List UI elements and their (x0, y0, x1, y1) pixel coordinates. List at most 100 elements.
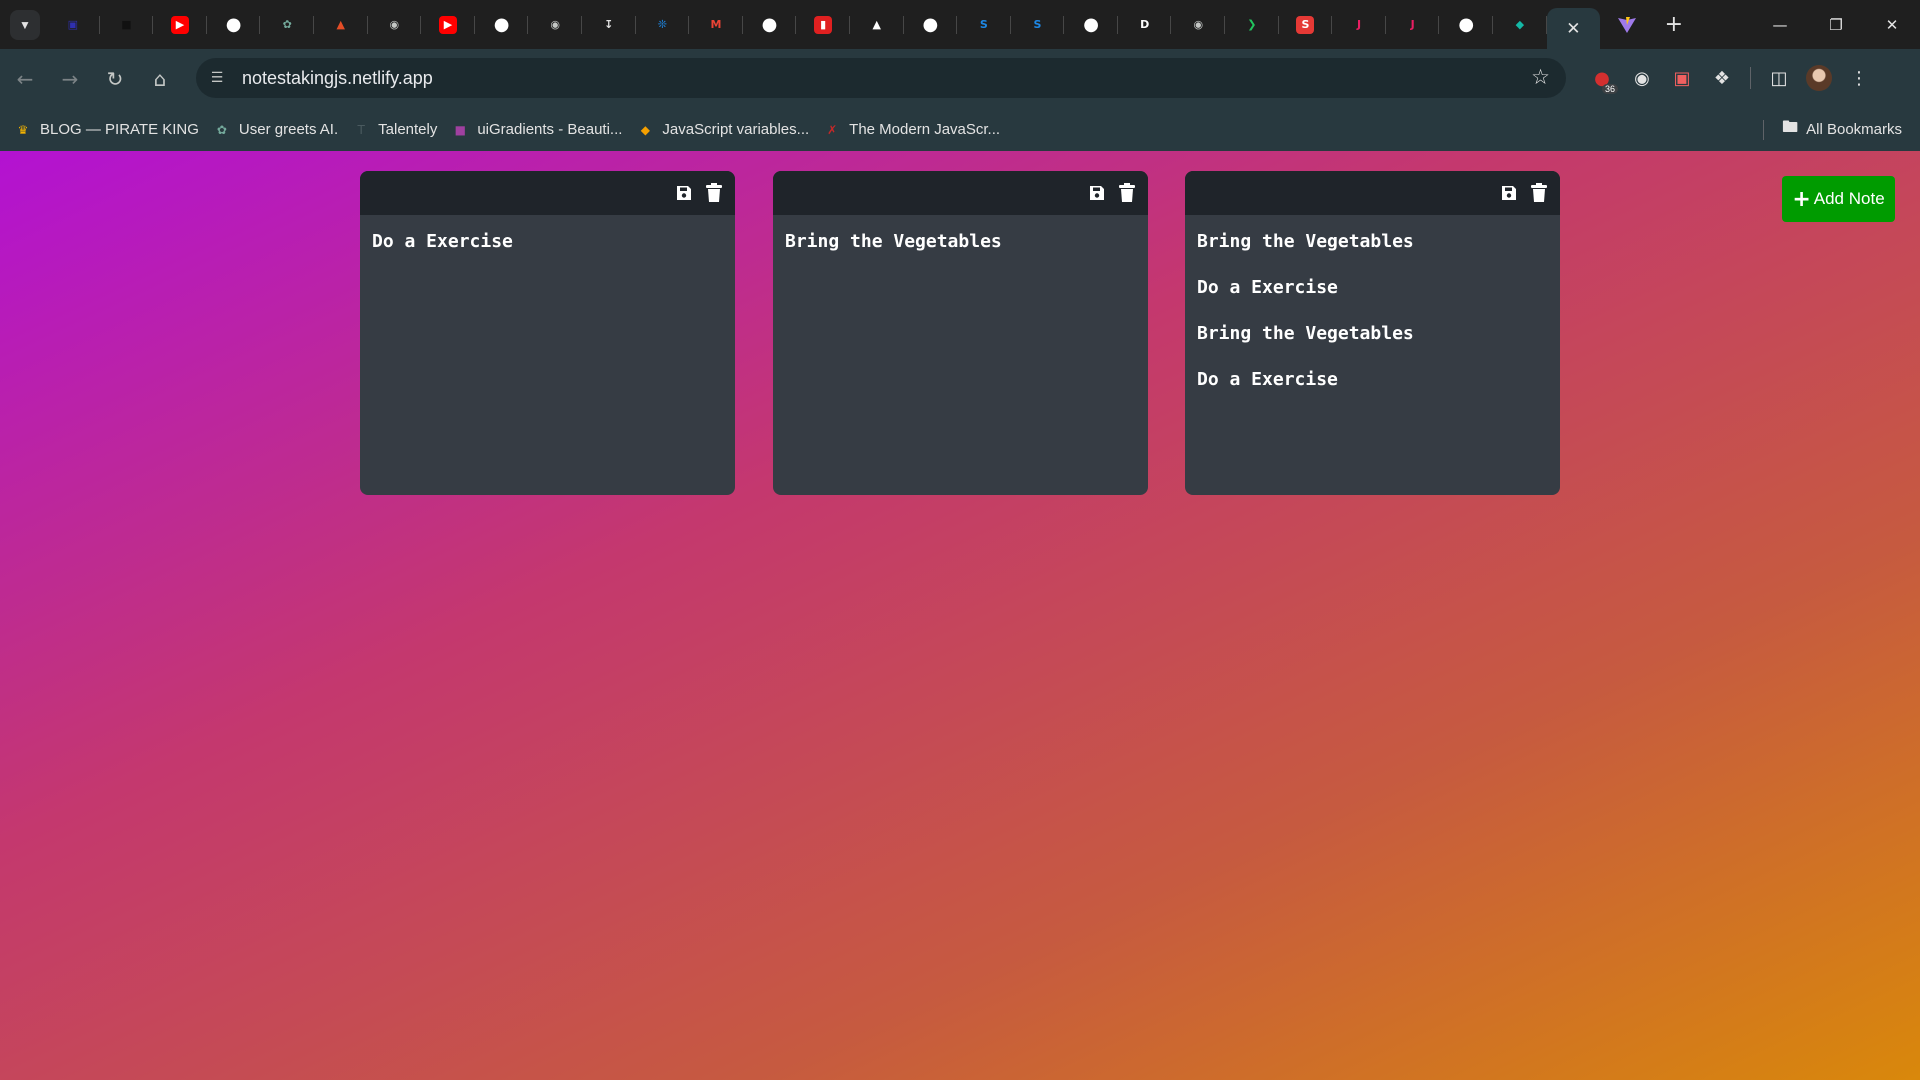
close-icon[interactable]: ✕ (1566, 19, 1580, 39)
tab-20[interactable]: ● (1064, 0, 1118, 49)
profile-button[interactable] (1799, 58, 1839, 98)
tab-8[interactable]: ▶ (421, 0, 475, 49)
bookmarks-bar: ♛ BLOG — PIRATE KING ✿ User greets AI. T Tale… (0, 108, 1920, 151)
forward-button[interactable]: → (50, 59, 90, 99)
url-text[interactable]: notestakingjs.netlify.app (242, 68, 433, 89)
tab-25[interactable]: J (1332, 0, 1386, 49)
tab-3[interactable]: ▶ (153, 0, 207, 49)
note-card: Bring the Vegetables Do a Exercise Bring t… (1185, 171, 1560, 495)
tab-6[interactable]: ▲ (314, 0, 368, 49)
j-favicon-icon: J (1357, 18, 1362, 31)
all-bookmarks-button[interactable]: 🖿 All Bookmarks (1763, 108, 1902, 151)
tab-14[interactable]: ● (743, 0, 797, 49)
extensions-menu-button[interactable]: ❖ (1702, 58, 1742, 98)
save-icon[interactable] (1086, 182, 1108, 204)
add-note-button[interactable]: + Add Note (1782, 176, 1895, 222)
new-tab-button[interactable]: + (1654, 12, 1694, 37)
bookmark-label: Talentely (378, 121, 438, 138)
bookmark-label: uiGradients - Beauti... (477, 121, 623, 138)
bookmark-item[interactable]: ■ uiGradients - Beauti... (451, 115, 623, 145)
tab-17[interactable]: ● (904, 0, 958, 49)
note-textarea[interactable]: Bring the Vegetables (773, 215, 1148, 285)
home-button[interactable]: ⌂ (140, 59, 180, 99)
openai-icon: ✿ (216, 122, 227, 137)
bookmark-item[interactable]: ♛ BLOG — PIRATE KING (14, 115, 199, 145)
youtube-favicon-icon: ▶ (170, 15, 189, 34)
bookmark-item[interactable]: T Talentely (352, 115, 437, 145)
bookmark-label: User greets AI. (238, 121, 339, 138)
trash-icon[interactable] (1528, 182, 1550, 204)
extension-button-2[interactable]: ◉ (1622, 58, 1662, 98)
tab-search-button[interactable]: ▼ (10, 9, 40, 40)
square-favicon-icon: ■ (121, 18, 132, 31)
github-favicon-icon: ● (493, 13, 510, 35)
note-toolbar (360, 171, 735, 215)
tab-22[interactable]: ◉ (1171, 0, 1225, 49)
note-textarea[interactable]: Do a Exercise (360, 215, 735, 285)
tab-vite[interactable] (1600, 0, 1654, 49)
red-square-favicon-icon: ▮ (814, 15, 833, 34)
reload-button[interactable]: ↻ (95, 59, 135, 99)
crown-icon: ♛ (17, 122, 29, 137)
bookmark-list: ♛ BLOG — PIRATE KING ✿ User greets AI. T Tale… (0, 115, 1000, 145)
tab-1[interactable]: ▣ (46, 0, 100, 49)
bookmark-item[interactable]: ✗ The Modern JavaScr... (823, 115, 1000, 145)
save-icon[interactable] (673, 182, 695, 204)
bookmark-label: The Modern JavaScr... (849, 121, 1001, 138)
extension-button-3[interactable]: ▣ (1662, 58, 1702, 98)
tab-active[interactable]: ✕ (1546, 8, 1601, 49)
gradient-icon: ■ (454, 122, 467, 137)
puzzle-icon: ❖ (1713, 67, 1731, 89)
tab-18[interactable]: S (957, 0, 1011, 49)
window-controls: — ❐ ✕ (1752, 0, 1920, 49)
tab-26[interactable]: J (1386, 0, 1440, 49)
globe-favicon-icon: ◉ (1193, 18, 1204, 31)
note-card: Bring the Vegetables (773, 171, 1148, 495)
tab-5[interactable]: ✿ (260, 0, 314, 49)
tab-4[interactable]: ● (207, 0, 261, 49)
tab-strip: ▼ ▣ ■ ▶ ● ✿ ▲ ◉ ▶ ● ◉ ↧ ❊ M ● ▮ ▲ ● S S ● D ◉ ❯ S J J ● ◆ ✕ + — ❐ ✕ (0, 0, 1920, 49)
tab-7[interactable]: ◉ (368, 0, 422, 49)
bookmark-star-icon[interactable]: ☆ (1531, 65, 1550, 89)
gmail-favicon-icon: M (710, 18, 722, 31)
tab-24[interactable]: S (1279, 0, 1333, 49)
tab-10[interactable]: ◉ (528, 0, 582, 49)
t-icon: T (357, 122, 365, 137)
note-textarea[interactable]: Bring the Vegetables Do a Exercise Bring t… (1185, 215, 1560, 423)
tab-21[interactable]: D (1118, 0, 1172, 49)
side-panel-button[interactable]: ◫ (1759, 58, 1799, 98)
note-line: Bring the Vegetables (1197, 323, 1414, 344)
bookmark-item[interactable]: ◆ JavaScript variables... (636, 115, 809, 145)
youtube-favicon-icon: ▶ (438, 15, 457, 34)
tab-13[interactable]: M (689, 0, 743, 49)
tab-16[interactable]: ▲ (850, 0, 904, 49)
extension-badge-count: 36 (1601, 84, 1618, 94)
back-button[interactable]: ← (5, 59, 45, 99)
tab-19[interactable]: S (1011, 0, 1065, 49)
bookmarks-divider (1763, 119, 1765, 140)
tab-23[interactable]: ❯ (1225, 0, 1279, 49)
minimize-button[interactable]: — (1752, 0, 1808, 49)
address-bar[interactable]: ☰ notestakingjs.netlify.app ☆ (196, 58, 1566, 98)
home-icon: ⌂ (153, 66, 167, 91)
save-icon[interactable] (1498, 182, 1520, 204)
site-info-button[interactable]: ☰ (202, 63, 232, 93)
restore-button[interactable]: ❐ (1808, 0, 1864, 49)
close-window-button[interactable]: ✕ (1864, 0, 1920, 49)
browser-menu-button[interactable]: ⋮ (1839, 58, 1879, 98)
bookmark-item[interactable]: ✿ User greets AI. (213, 115, 338, 145)
trash-icon[interactable] (703, 182, 725, 204)
extension-badge-button[interactable]: ● 36 (1582, 58, 1622, 98)
github-favicon-icon: ● (1458, 13, 1475, 35)
tab-27[interactable]: ● (1439, 0, 1493, 49)
tab-12[interactable]: ❊ (636, 0, 690, 49)
brand-favicon-icon: ❊ (657, 18, 667, 31)
openai-favicon-icon: ✿ (282, 18, 292, 31)
trash-icon[interactable] (1116, 182, 1138, 204)
tab-28[interactable]: ◆ (1493, 0, 1547, 49)
tab-15[interactable]: ▮ (796, 0, 850, 49)
tab-2[interactable]: ■ (100, 0, 154, 49)
tab-9[interactable]: ● (475, 0, 529, 49)
tab-11[interactable]: ↧ (582, 0, 636, 49)
dashboard-favicon-icon: ▣ (67, 18, 78, 31)
